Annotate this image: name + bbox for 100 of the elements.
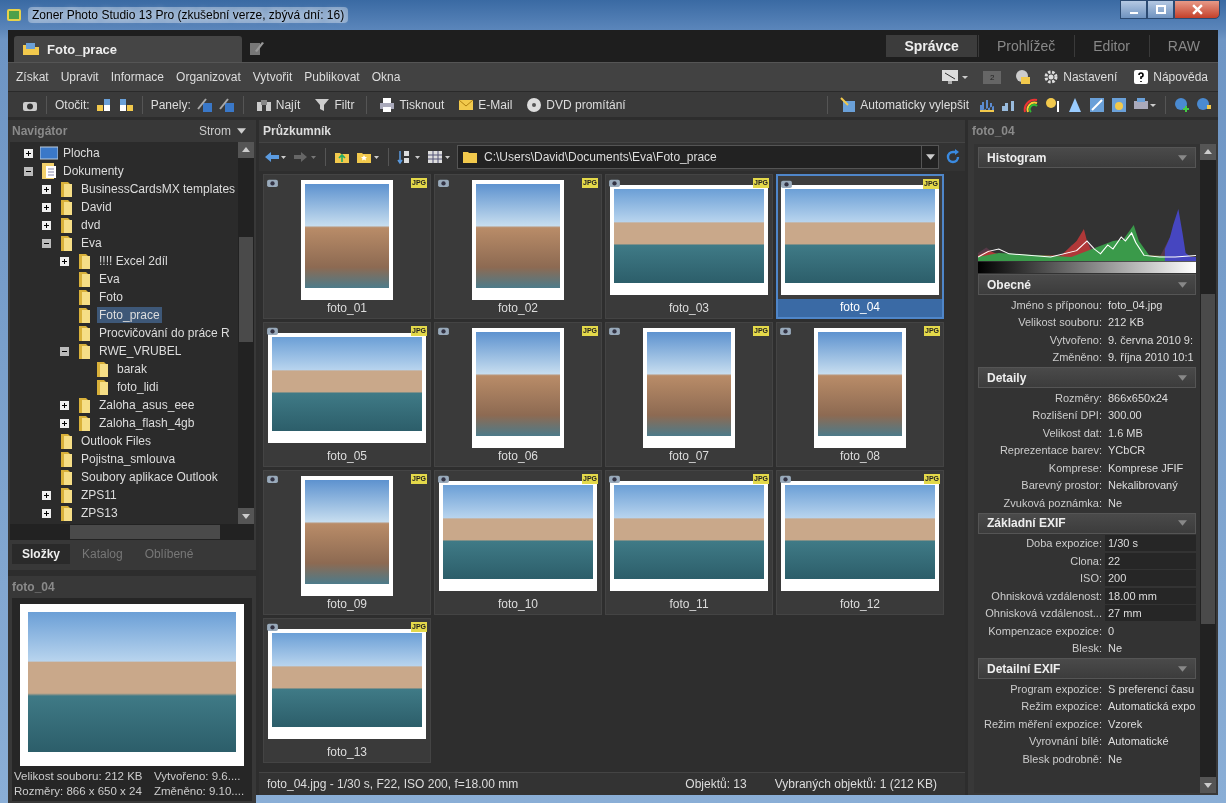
scroll-down-icon[interactable] [238, 508, 254, 524]
scroll-up-icon[interactable] [238, 142, 254, 158]
tree-item[interactable]: David [79, 199, 114, 215]
auto-enhance-button[interactable]: Automaticky vylepšit [836, 96, 973, 113]
tree-item[interactable]: !!!! Excel 2díl [97, 253, 170, 269]
property-field[interactable]: 22 [1105, 552, 1196, 569]
tree-item[interactable]: Plocha [61, 145, 102, 161]
find-button[interactable]: Najít [251, 96, 305, 113]
menu-item[interactable]: Organizovat [174, 70, 243, 84]
resize-icon[interactable] [1089, 96, 1105, 113]
property-field[interactable]: 18.00 mm [1105, 587, 1196, 604]
tree-item[interactable]: Dokumenty [61, 163, 126, 179]
expand-toggle[interactable] [60, 418, 69, 428]
document-tab[interactable]: Foto_prace [14, 36, 242, 62]
expand-toggle[interactable] [60, 400, 69, 410]
cd-mail-icon[interactable] [1015, 69, 1032, 85]
globe-flag-icon[interactable] [1196, 96, 1212, 113]
expand-toggle[interactable] [24, 148, 33, 158]
sort-icon[interactable] [397, 149, 421, 165]
mode-tab[interactable]: RAW [1148, 35, 1218, 57]
scroll-thumb[interactable] [70, 525, 220, 539]
minimize-button[interactable] [1120, 0, 1147, 19]
property-field[interactable]: 27 mm [1105, 605, 1196, 622]
scrollbar[interactable] [1200, 144, 1216, 793]
tree-item[interactable]: BusinessCardsMX templates [79, 181, 238, 197]
scroll-up-icon[interactable] [1200, 144, 1216, 160]
tree-item[interactable]: Soubory aplikace Outlook [79, 469, 220, 485]
tree-item[interactable]: Zaloha_asus_eee [97, 397, 197, 413]
tree-item[interactable]: foto_lidi [115, 379, 161, 395]
email-button[interactable]: E-Mail [454, 96, 517, 113]
expand-toggle[interactable] [42, 508, 51, 518]
bulb-icon[interactable] [1045, 96, 1061, 113]
edit-note-icon[interactable] [248, 40, 264, 56]
file-name: foto_13 [325, 744, 368, 761]
expand-toggle[interactable] [42, 184, 51, 194]
scrollbar[interactable] [238, 142, 254, 524]
section-header[interactable]: Detaily [978, 367, 1196, 388]
menu-item[interactable]: Vytvořit [250, 70, 295, 84]
close-button[interactable] [1174, 0, 1220, 19]
tree-item[interactable]: dvd [79, 217, 103, 233]
expand-toggle[interactable] [42, 220, 51, 230]
settings-button[interactable]: Nastavení [1039, 69, 1122, 85]
panel-tab[interactable]: Složky [12, 544, 70, 564]
tree-item[interactable]: Procvičování do práce R [97, 325, 232, 341]
view-dropdown[interactable]: Strom [193, 123, 252, 139]
property-field[interactable]: 200 [1105, 570, 1196, 587]
tree-item[interactable]: barak [115, 361, 150, 377]
expand-toggle[interactable] [42, 202, 51, 212]
mode-tab[interactable]: Správce [886, 35, 977, 57]
dvd-button[interactable]: DVD promítání [522, 96, 630, 113]
file-info-text: Velikost souboru: 212 KB [14, 770, 144, 782]
tree-item[interactable]: Eva [97, 271, 122, 287]
scroll-down-icon[interactable] [1200, 777, 1216, 793]
property-value: 300.00 [1108, 409, 1142, 422]
print-button[interactable]: Tisknout [375, 96, 449, 113]
menu-item[interactable]: Získat [14, 70, 51, 84]
collapse-toggle[interactable] [24, 166, 33, 176]
close-icon [1191, 4, 1203, 15]
tree-item[interactable]: Foto [97, 289, 125, 305]
property-value: Komprese JFIF [1108, 461, 1184, 474]
tree-item[interactable]: Foto_prace [97, 307, 162, 323]
grid-view-icon[interactable] [427, 149, 451, 165]
menu-item[interactable]: Publikovat [302, 70, 362, 84]
rainbow-icon[interactable] [1023, 96, 1039, 113]
help-button[interactable]: Nápověda [1129, 69, 1212, 85]
back-arrow-icon[interactable] [263, 149, 287, 165]
section-header[interactable]: Základní EXIF [978, 512, 1196, 534]
menu-item[interactable]: Upravit [58, 70, 101, 84]
monitor-dropdown-icon[interactable] [941, 69, 970, 85]
rotate-right-icon[interactable] [117, 96, 134, 113]
path-field[interactable]: C:\Users\David\Documents\Eva\Foto_prace [457, 145, 939, 169]
horizontal-scrollbar[interactable] [10, 524, 254, 540]
menu-item[interactable]: Okna [369, 70, 403, 84]
scroll-thumb[interactable] [1201, 294, 1215, 624]
tree-item[interactable]: Outlook Files [79, 433, 154, 449]
menu-item[interactable]: Informace [108, 70, 167, 84]
tree-item[interactable]: RWE_VRUBEL [97, 343, 184, 359]
tree-item[interactable]: ZPS13 [79, 505, 120, 521]
caret-icon[interactable] [925, 154, 935, 160]
rotate-left-icon[interactable] [95, 96, 112, 113]
expand-toggle[interactable] [42, 490, 51, 500]
scroll-thumb[interactable] [239, 237, 253, 342]
collapse-toggle[interactable] [42, 238, 51, 248]
tree-item[interactable]: ZPS11 [79, 487, 119, 503]
globe-plus-icon[interactable] [1174, 96, 1190, 113]
filter-button[interactable]: Filtr [310, 96, 359, 113]
expand-toggle[interactable] [60, 256, 69, 266]
section-header[interactable]: Detailní EXIF [978, 658, 1196, 679]
refresh-icon[interactable] [945, 149, 961, 165]
mode-tab[interactable]: Editor [1074, 35, 1148, 57]
mode-tab[interactable]: Prohlížeč [977, 35, 1074, 57]
tree-item[interactable]: Eva [79, 235, 104, 251]
tree-item[interactable]: Pojistna_smlouva [79, 451, 178, 467]
collapse-toggle[interactable] [60, 346, 69, 356]
maximize-button[interactable] [1147, 0, 1174, 19]
triangle-icon[interactable] [1067, 96, 1083, 113]
section-header[interactable]: Obecné [978, 274, 1196, 295]
tree-item[interactable]: Zaloha_flash_4gb [97, 415, 197, 431]
property-field[interactable]: 1/30 s [1105, 535, 1196, 552]
section-header[interactable]: Histogram [978, 147, 1196, 168]
